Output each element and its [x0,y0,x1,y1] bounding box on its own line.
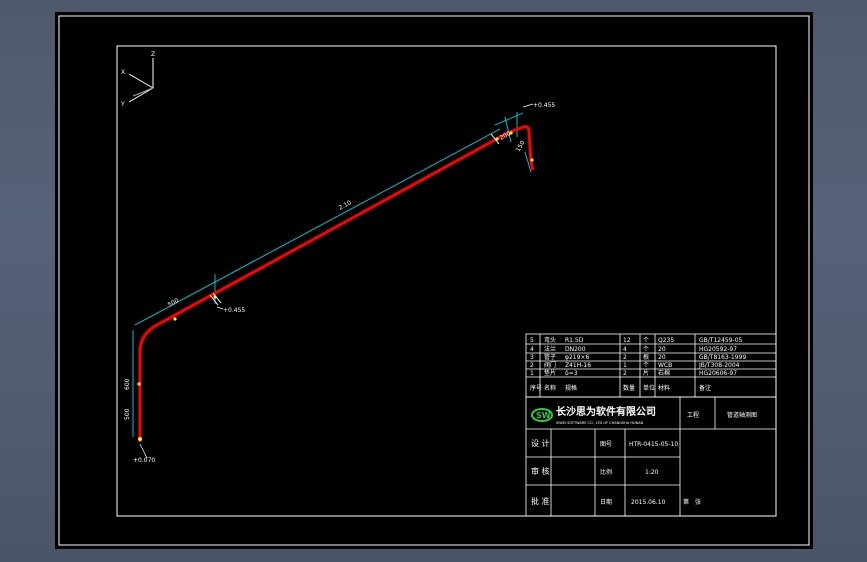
outer-frame [58,15,810,546]
bom-cell: 弯头 [544,336,556,344]
bom-header-cell: 数量 [623,384,635,392]
scale: 1:20 [645,469,659,476]
drawing-no-label: 图号 [600,441,612,448]
date-label: 日期 [600,498,612,506]
bom-cell: R1.5D [565,337,584,344]
bom-cell: 12 [623,337,631,344]
dim-long: 2.10 [338,199,353,212]
bom-cell: HG20592-97 [699,346,737,353]
bom-cell: 2 [530,362,534,369]
bom-cell: 1 [530,370,534,377]
support-marker [530,158,534,162]
bom-cell: 2 [623,354,627,361]
project-value: 管道轴测图 [727,411,757,419]
bom-cell: GB/T8163-1999 [699,354,746,361]
dim-top: 150 [515,139,527,153]
company-name-cn: 长沙思为软件有限公司 [556,405,656,418]
sheet-label: 第 [683,498,689,506]
leader-lines [139,103,534,459]
support-marker [173,317,177,321]
flange-marks [209,133,500,306]
sheet-suffix: 张 [695,498,701,506]
support-marker [138,437,142,441]
drawing-sheet: Z X Y 2.10 500 600 500 150 200 +0.455 +0… [55,12,813,549]
bom-cell: 个 [643,362,649,369]
drawing-no: HTR-0415-05-10 [629,441,678,448]
bom-cell: 20 [658,354,666,361]
bom-cell: 4 [530,346,534,353]
approve-label: 批 准 [531,496,550,506]
company-name-en: SIWEI SOFTWARE CO., LTD OF CHANGSHA HUNA… [556,421,644,425]
bom-cell: 管子 [544,353,556,361]
label-bottom: +0.070 [133,457,155,464]
bom-cell: WCB [658,362,672,369]
axis-y-label: Y [120,101,125,108]
axis-x-label: X [121,69,125,76]
bom-header-cell: 序号 [530,384,542,392]
pipe-run [138,125,535,442]
bom-cell: 4 [623,346,627,353]
axis-z-label: Z [151,51,155,58]
bom-cell: 个 [643,346,649,353]
label-top: +0.455 [533,102,555,109]
dim-vertical2: 500 [124,408,131,420]
bom-header-cell: 规格 [565,384,577,392]
bom-cell: DN200 [565,346,586,353]
bom-cell: Q235 [658,337,674,344]
scale-label: 比例 [600,468,612,476]
bom-header-cell: 名称 [544,384,556,392]
axis-indicator-icon [128,58,154,103]
bom-cell: 法兰 [544,345,556,353]
bom-cell: JB/T308-2004 [698,362,740,369]
bom-cell: φ219×6 [565,354,589,361]
support-marker [137,382,141,386]
bom-cell: 根 [643,353,649,361]
bom-cell: 垫片 [544,369,556,377]
bom-cell: Z41H-16 [565,362,591,369]
bom-cell: δ=3 [565,370,578,377]
label-mid: +0.455 [223,307,245,314]
bom-cell: 阀门 [544,361,556,369]
bom-header-cell: 备注 [699,384,711,392]
date: 2015.06.10 [631,499,666,506]
dimension-lines [132,112,532,437]
bom-cell: 2 [623,370,627,377]
svg-text:SW: SW [536,411,551,420]
dim-vertical: 600 [124,378,131,390]
bom-cell: 石棉 [658,369,670,377]
company-logo-icon: SW [531,408,553,422]
bom-header-cell: 单位 [643,384,655,392]
bom-cell: GB/T12459-05 [699,337,743,344]
check-label: 审 核 [531,466,550,476]
bom-header-cell: 材料 [658,384,670,392]
bom-cell: 5 [530,337,534,344]
bom-cell: 3 [530,354,534,361]
bom-cell: 片 [643,369,649,377]
bom-cell: 个 [643,337,649,344]
bom-cell: 1 [623,362,627,369]
dim-short1: 500 [167,297,181,309]
bom-cell: HG20606-97 [699,370,737,377]
drawing-canvas[interactable]: Z X Y 2.10 500 600 500 150 200 +0.455 +0… [55,12,813,549]
bom-cell: 20 [658,346,666,353]
project-label: 工程 [687,411,699,419]
design-label: 设 计 [531,438,550,448]
